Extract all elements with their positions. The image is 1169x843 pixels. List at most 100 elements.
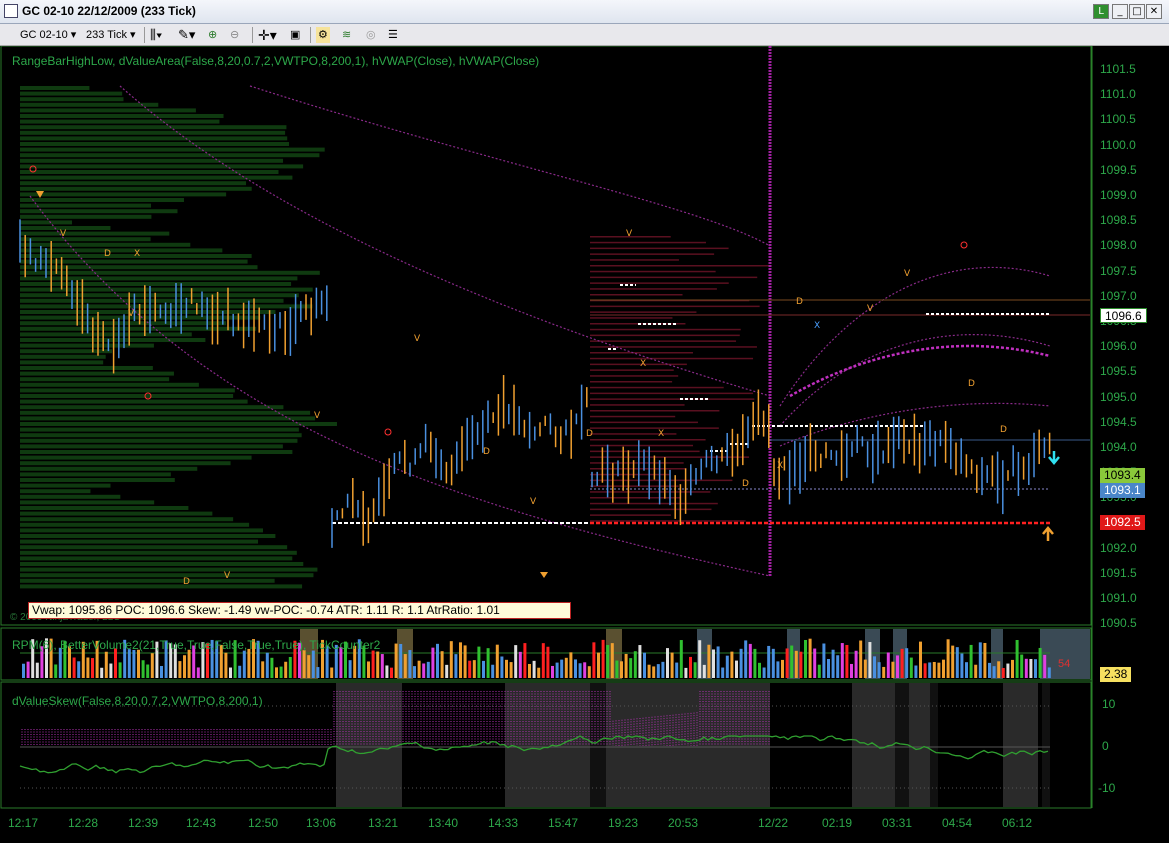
- volume-bar: [689, 656, 692, 678]
- time-tick: 12:39: [128, 816, 159, 830]
- chart-area[interactable]: V D X V D V V V D V D V X X D X D X V V D D RangeBarHighLow, …: [0, 46, 1169, 843]
- profile-bar: [20, 578, 275, 583]
- volume-bar: [643, 652, 646, 678]
- volume-bar: [932, 661, 936, 678]
- profile-bar: [590, 404, 685, 406]
- volume-bar: [785, 648, 789, 678]
- profile-bar: [20, 192, 227, 197]
- profile-bar: [590, 282, 729, 284]
- properties-icon[interactable]: ▣: [290, 27, 300, 43]
- instrument-selector[interactable]: GC 02-10 ▾: [20, 27, 76, 43]
- profile-bar: [20, 399, 248, 404]
- volume-bar: [928, 662, 932, 678]
- volume-bar: [311, 650, 315, 678]
- minimize-button[interactable]: _: [1112, 4, 1128, 19]
- volume-bar: [900, 648, 904, 678]
- volume-bar: [127, 649, 131, 678]
- maximize-button[interactable]: □: [1129, 4, 1145, 19]
- volume-bar: [413, 666, 416, 678]
- volume-bar: [1029, 658, 1033, 678]
- volume-bar: [937, 662, 941, 678]
- volume-bar: [923, 663, 927, 678]
- volume-bar: [178, 661, 182, 678]
- skew-tick: -10: [1098, 781, 1116, 795]
- profile-bar: [20, 97, 124, 102]
- link-badge[interactable]: L: [1093, 4, 1109, 19]
- volume-session-block: [787, 629, 800, 679]
- volume-bar: [620, 661, 623, 678]
- volume-bar: [905, 648, 909, 678]
- data-box-icon[interactable]: ☰: [388, 27, 398, 43]
- volume-bar: [555, 662, 559, 678]
- crosshair-icon[interactable]: ✛▾: [258, 27, 277, 43]
- profile-bar: [590, 369, 674, 371]
- profile-bar: [590, 253, 715, 255]
- profile-bar: [20, 164, 304, 169]
- volume-bar: [514, 645, 518, 678]
- volume-bar: [35, 662, 39, 678]
- volume-bar: [914, 665, 918, 678]
- volume-bar: [799, 651, 803, 678]
- volume-bar: [109, 663, 113, 678]
- profile-bar: [590, 259, 679, 261]
- drawing-tool-icon[interactable]: ✎▾: [178, 27, 195, 43]
- profile-bar: [20, 478, 175, 482]
- profile-bar: [20, 416, 316, 421]
- volume-bar: [265, 652, 269, 678]
- volume-bar: [758, 662, 761, 678]
- chart-canvas[interactable]: V D X V D V V V D V D V X X D X D X V V D D: [0, 46, 1169, 843]
- pivot-marker: [960, 241, 968, 249]
- profile-bar: [590, 352, 693, 354]
- zoom-in-icon[interactable]: ⊕: [208, 27, 217, 43]
- bar-style-icon[interactable]: ⫼▾: [150, 27, 162, 43]
- volume-bar: [1020, 654, 1024, 678]
- volume-bar: [739, 648, 743, 678]
- profile-bar: [590, 502, 718, 505]
- profile-bar: [590, 375, 679, 377]
- profile-bar: [20, 332, 192, 337]
- zoom-out-icon[interactable]: ⊖: [230, 27, 239, 43]
- volume-bar: [873, 656, 876, 678]
- volume-bar: [969, 644, 973, 678]
- time-tick: 04:54: [942, 816, 973, 830]
- volume-bar: [716, 646, 720, 678]
- volume-bar: [827, 658, 830, 678]
- price-label-vwap: 1093.1: [1100, 483, 1145, 498]
- interval-selector[interactable]: 233 Tick ▾: [86, 27, 136, 43]
- volume-bar: [606, 645, 610, 678]
- profile-bar: [20, 422, 337, 426]
- volume-bar: [509, 662, 513, 678]
- volume-bar: [486, 648, 490, 678]
- volume-bar: [468, 660, 472, 678]
- volume-bar: [224, 652, 228, 678]
- signal-marker: X: [777, 461, 783, 471]
- close-button[interactable]: ✕: [1146, 4, 1162, 19]
- volume-bar: [330, 667, 334, 678]
- profile-bar: [20, 366, 153, 370]
- profile-bar: [590, 520, 746, 522]
- profile-bar: [20, 203, 152, 208]
- profile-bar: [20, 293, 299, 298]
- volume-bar: [141, 660, 145, 678]
- volume-bar: [896, 655, 899, 678]
- strategies-icon[interactable]: ⚙: [316, 27, 330, 43]
- profile-bar: [20, 405, 284, 410]
- price-tick: 1092.0: [1100, 540, 1137, 555]
- profile-bar: [590, 508, 712, 511]
- profile-bar: [20, 220, 72, 225]
- volume-bar: [348, 660, 352, 678]
- volume-bar: [762, 667, 766, 678]
- indicators-icon[interactable]: ≋: [342, 27, 351, 43]
- profile-bar: [20, 102, 159, 107]
- volume-bar: [551, 665, 554, 678]
- volume-bar: [946, 639, 950, 678]
- volume-bar: [781, 659, 784, 678]
- instrument-label: GC 02-10: [20, 29, 68, 41]
- disabled-icon[interactable]: ◎: [366, 27, 376, 43]
- stats-box: Vwap: 1095.86 POC: 1096.6 Skew: -1.49 vw…: [28, 602, 571, 619]
- volume-session-block: [893, 629, 907, 679]
- profile-bar: [20, 287, 313, 292]
- profile-bar: [20, 170, 279, 174]
- time-tick: 13:06: [306, 816, 337, 830]
- profile-bar: [590, 392, 754, 395]
